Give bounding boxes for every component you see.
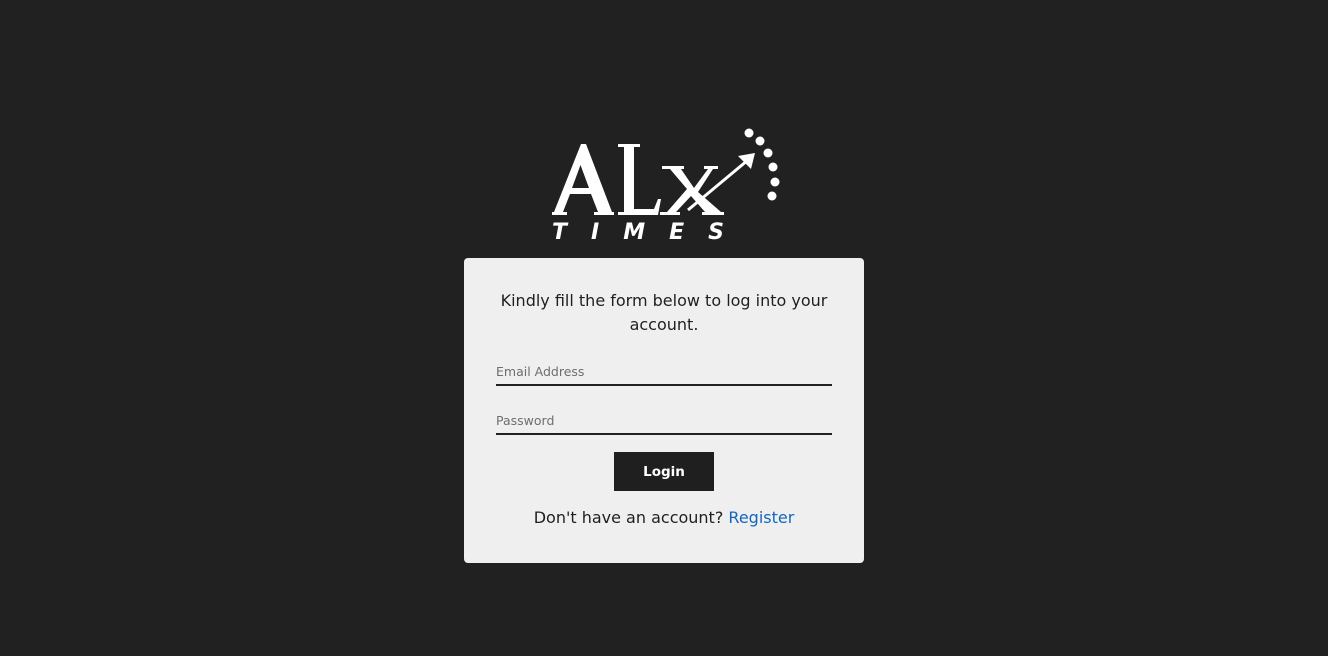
svg-text:TIMES: TIMES — [552, 220, 748, 242]
password-field[interactable] — [496, 407, 832, 435]
alx-times-logo: TIMES — [550, 126, 785, 245]
email-field[interactable] — [496, 358, 832, 386]
login-card: Kindly fill the form below to log into y… — [464, 258, 864, 563]
register-prompt-row: Don't have an account? Register — [464, 507, 864, 529]
alx-times-logo-mark: TIMES — [552, 128, 780, 245]
register-link[interactable]: Register — [728, 508, 794, 527]
register-prompt-text: Don't have an account? — [533, 508, 724, 527]
login-button[interactable]: Login — [614, 452, 714, 491]
login-intro-text: Kindly fill the form below to log into y… — [500, 291, 828, 334]
